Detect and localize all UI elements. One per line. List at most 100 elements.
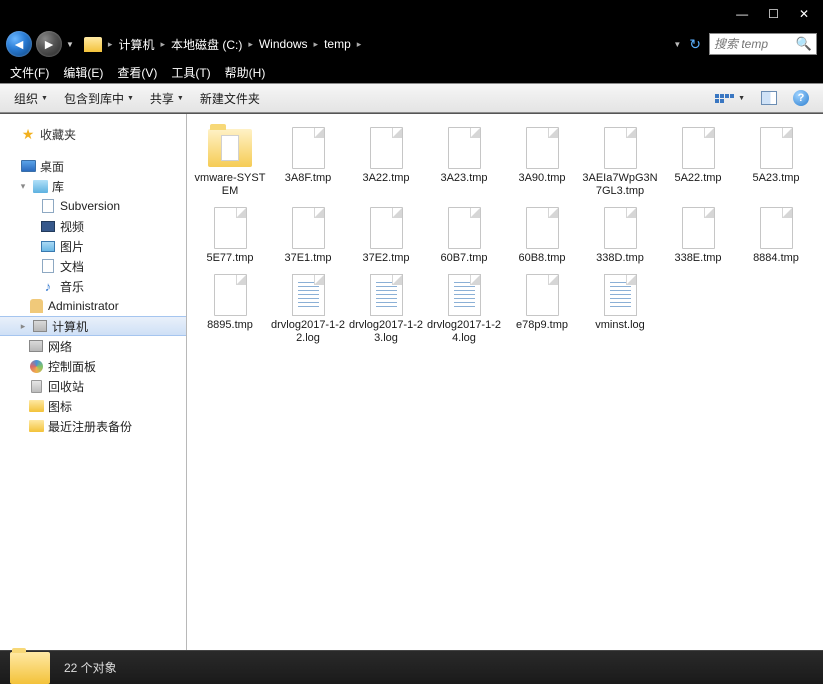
history-dropdown[interactable]: ▼: [66, 40, 74, 49]
computer-icon: [33, 320, 47, 332]
sidebar-item-label: Administrator: [48, 299, 119, 313]
search-icon[interactable]: 🔍: [796, 36, 812, 52]
chevron-right-icon: ▸: [248, 39, 253, 50]
menu-edit[interactable]: 编辑(E): [63, 64, 103, 81]
file-item[interactable]: e78p9.tmp: [503, 271, 581, 345]
chevron-right-icon: ▸: [160, 39, 165, 50]
file-item[interactable]: 37E1.tmp: [269, 204, 347, 265]
view-mode-button[interactable]: ▼: [709, 88, 751, 108]
crumb-computer[interactable]: 计算机: [118, 36, 154, 53]
file-icon: [370, 207, 403, 249]
textfile-icon: [370, 274, 403, 316]
file-item[interactable]: 3AEIa7WpG3N7GL3.tmp: [581, 124, 659, 198]
sidebar-item-label: 最近注册表备份: [48, 418, 132, 435]
help-icon: ?: [793, 90, 809, 106]
file-item[interactable]: 338E.tmp: [659, 204, 737, 265]
file-item[interactable]: drvlog2017-1-24.log: [425, 271, 503, 345]
file-label: 3A23.tmp: [440, 172, 487, 185]
file-item[interactable]: 60B7.tmp: [425, 204, 503, 265]
sidebar-computer[interactable]: ▸ 计算机: [0, 316, 186, 336]
sidebar-item-label: 桌面: [40, 158, 64, 175]
sidebar-item-label: 图片: [60, 238, 84, 255]
collapse-icon[interactable]: ▾: [18, 181, 28, 192]
file-label: 338D.tmp: [596, 252, 644, 265]
help-button[interactable]: ?: [787, 88, 815, 108]
sidebar-item-label: 图标: [48, 398, 72, 415]
file-item[interactable]: 3A8F.tmp: [269, 124, 347, 198]
breadcrumb[interactable]: ▸ 计算机 ▸ 本地磁盘 (C:) ▸ Windows ▸ temp ▸: [78, 36, 669, 53]
preview-icon: [761, 91, 777, 105]
file-item[interactable]: drvlog2017-1-22.log: [269, 271, 347, 345]
share-button[interactable]: 共享▼: [144, 88, 190, 109]
sidebar-item-label: 回收站: [48, 378, 84, 395]
menu-file[interactable]: 文件(F): [10, 64, 49, 81]
sidebar-regbackup[interactable]: 最近注册表备份: [0, 416, 186, 436]
menu-bar: 文件(F) 编辑(E) 查看(V) 工具(T) 帮助(H): [0, 61, 823, 83]
sidebar-recycle[interactable]: 回收站: [0, 376, 186, 396]
file-label: drvlog2017-1-22.log: [270, 319, 346, 345]
sidebar-item-label: 收藏夹: [40, 126, 76, 143]
menu-tools[interactable]: 工具(T): [171, 64, 210, 81]
library-icon: [33, 180, 48, 193]
file-item[interactable]: vminst.log: [581, 271, 659, 345]
file-item[interactable]: 5A22.tmp: [659, 124, 737, 198]
file-label: 3AEIa7WpG3N7GL3.tmp: [582, 172, 658, 198]
sidebar-administrator[interactable]: Administrator: [0, 296, 186, 316]
sidebar-video[interactable]: 视频: [0, 216, 186, 236]
minimize-button[interactable]: —: [736, 7, 748, 21]
file-grid[interactable]: vmware-SYSTEM3A8F.tmp 3A22.tmp 3A23.tmp 3A9…: [187, 114, 823, 650]
forward-button[interactable]: ►: [36, 31, 62, 57]
textfile-icon: [604, 274, 637, 316]
file-item[interactable]: vmware-SYSTEM: [191, 124, 269, 198]
file-icon: [526, 127, 559, 169]
maximize-button[interactable]: ☐: [768, 7, 779, 21]
menu-view[interactable]: 查看(V): [117, 64, 157, 81]
sidebar-favorites[interactable]: ★ 收藏夹: [0, 124, 186, 144]
sidebar-documents[interactable]: 文档: [0, 256, 186, 276]
search-input[interactable]: [714, 37, 796, 51]
file-icon: [682, 207, 715, 249]
menu-help[interactable]: 帮助(H): [225, 64, 266, 81]
file-icon: [760, 127, 793, 169]
folder-icon: [29, 420, 44, 432]
back-button[interactable]: ◄: [6, 31, 32, 57]
file-icon: [448, 127, 481, 169]
crumb-drive[interactable]: 本地磁盘 (C:): [171, 36, 242, 53]
file-item[interactable]: 3A90.tmp: [503, 124, 581, 198]
refresh-icon[interactable]: ↻: [689, 36, 701, 53]
file-item[interactable]: 338D.tmp: [581, 204, 659, 265]
file-label: vminst.log: [595, 319, 645, 332]
file-item[interactable]: drvlog2017-1-23.log: [347, 271, 425, 345]
file-item[interactable]: 37E2.tmp: [347, 204, 425, 265]
sidebar-music[interactable]: ♪ 音乐: [0, 276, 186, 296]
desktop-icon: [21, 160, 36, 172]
search-box[interactable]: 🔍: [709, 33, 817, 55]
explorer-body: ★ 收藏夹 桌面 ▾ 库 Subversion 视频 图: [0, 113, 823, 650]
preview-pane-button[interactable]: [755, 89, 783, 107]
include-library-button[interactable]: 包含到库中▼: [58, 88, 140, 109]
file-icon: [448, 207, 481, 249]
sidebar-controlpanel[interactable]: 控制面板: [0, 356, 186, 376]
sidebar-pictures[interactable]: 图片: [0, 236, 186, 256]
address-dropdown[interactable]: ▼: [673, 40, 681, 49]
file-item[interactable]: 3A23.tmp: [425, 124, 503, 198]
organize-button[interactable]: 组织▼: [8, 88, 54, 109]
sidebar-library[interactable]: ▾ 库: [0, 176, 186, 196]
sidebar-subversion[interactable]: Subversion: [0, 196, 186, 216]
file-label: 3A22.tmp: [362, 172, 409, 185]
file-label: drvlog2017-1-24.log: [426, 319, 502, 345]
file-item[interactable]: 60B8.tmp: [503, 204, 581, 265]
file-item[interactable]: 5A23.tmp: [737, 124, 815, 198]
file-item[interactable]: 8884.tmp: [737, 204, 815, 265]
file-item[interactable]: 8895.tmp: [191, 271, 269, 345]
sidebar-desktop[interactable]: 桌面: [0, 156, 186, 176]
file-item[interactable]: 3A22.tmp: [347, 124, 425, 198]
sidebar-iconfolder[interactable]: 图标: [0, 396, 186, 416]
crumb-windows[interactable]: Windows: [259, 37, 308, 51]
sidebar-network[interactable]: 网络: [0, 336, 186, 356]
new-folder-button[interactable]: 新建文件夹: [194, 88, 266, 109]
file-item[interactable]: 5E77.tmp: [191, 204, 269, 265]
crumb-temp[interactable]: temp: [324, 37, 351, 51]
close-button[interactable]: ✕: [799, 7, 809, 21]
expand-icon[interactable]: ▸: [18, 321, 28, 332]
